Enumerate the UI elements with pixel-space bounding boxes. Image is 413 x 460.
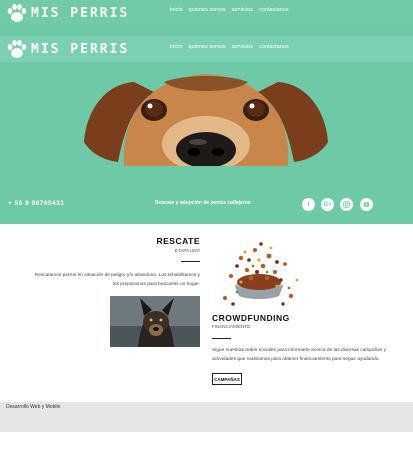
facebook-icon[interactable]: f xyxy=(302,198,315,211)
nav-link-quienes-somos-sticky[interactable]: quienes somos xyxy=(189,44,226,50)
nav-link-servicios-sticky[interactable]: servicios xyxy=(232,44,253,50)
crowdfunding-divider xyxy=(212,338,231,339)
crowdfunding-subtitle: FINANCIAMIENTO xyxy=(212,324,251,329)
rescate-title: RESCATE xyxy=(156,236,200,246)
brand-name-sticky: MIS PERRIS xyxy=(31,41,130,57)
rescue-dog-illustration xyxy=(110,296,200,347)
campanas-button[interactable]: CAMPAÑAS xyxy=(212,373,242,385)
nav-menu-sticky: inicio quienes somos servicios contactan… xyxy=(170,44,289,50)
youtube-icon[interactable] xyxy=(360,198,373,211)
nav-menu-top: inicio quienes somos servicios contactan… xyxy=(170,7,289,13)
phone-number: + 56 9 98765431 xyxy=(8,200,65,207)
rescate-description: Rescatamos perros en situación de peligr… xyxy=(34,273,200,287)
nav-link-servicios[interactable]: servicios xyxy=(232,7,253,13)
nav-link-quienes-somos[interactable]: quienes somos xyxy=(189,7,226,13)
nav-link-contactanos[interactable]: contactanos xyxy=(259,7,289,13)
instagram-glyph xyxy=(343,201,350,208)
hero-tagline: Rescate y adopción de perros callejeros xyxy=(155,200,251,206)
paw-icon xyxy=(7,40,27,58)
hero-dog-image xyxy=(84,74,328,166)
nav-link-inicio-sticky[interactable]: inicio xyxy=(170,44,183,50)
youtube-glyph xyxy=(363,202,370,207)
rescue-dog-photo xyxy=(110,296,200,347)
hero-section: MIS PERRIS inicio quienes somos servicio… xyxy=(0,0,413,224)
dog-food-illustration xyxy=(211,236,302,312)
rescate-subtitle: ETAPA UNO xyxy=(174,248,200,253)
rescate-divider xyxy=(181,261,200,262)
brand-logo-sticky[interactable]: MIS PERRIS xyxy=(6,39,129,59)
crowdfunding-description: Sigue nuestras redes sociales para infor… xyxy=(212,348,387,362)
nav-link-inicio[interactable]: inicio xyxy=(170,7,183,13)
brand-name: MIS PERRIS xyxy=(31,5,130,21)
brand-logo[interactable]: MIS PERRIS xyxy=(6,3,129,23)
instagram-icon[interactable] xyxy=(340,198,353,211)
paw-icon xyxy=(7,4,27,22)
google-plus-icon[interactable]: G+ xyxy=(321,198,334,211)
crowdfunding-title: CROWDFUNDING xyxy=(212,313,290,323)
nav-link-contactanos-sticky[interactable]: contactanos xyxy=(259,44,289,50)
footer-text: Desarrollo Web y Mobile xyxy=(6,404,61,410)
footer: Desarrollo Web y Mobile xyxy=(0,402,413,432)
dog-food-photo xyxy=(211,236,302,312)
